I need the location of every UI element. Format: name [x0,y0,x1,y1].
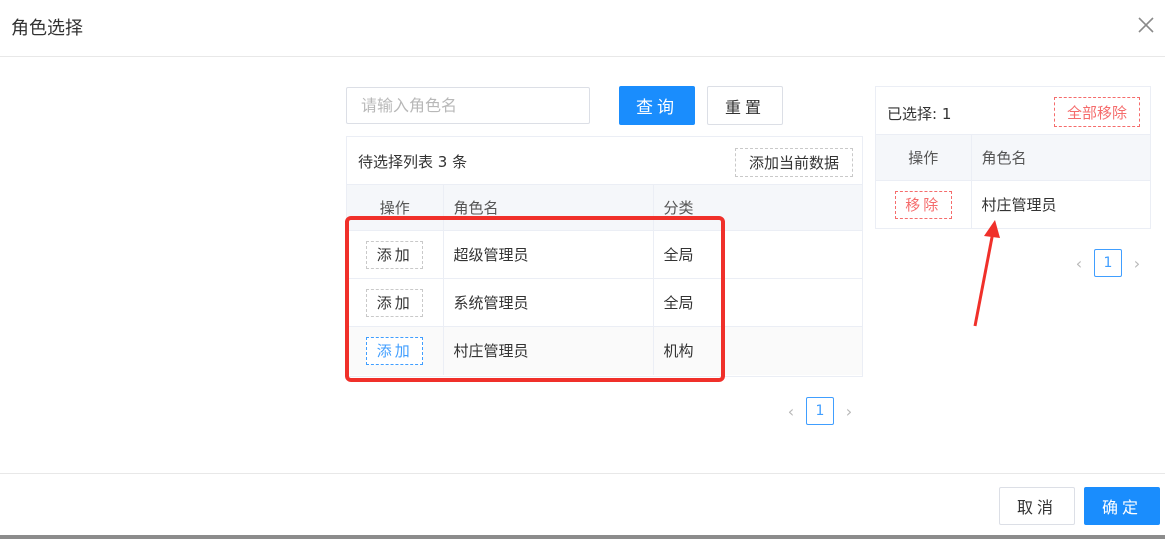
column-header-role-name: 角色名 [971,134,1150,181]
candidate-list-header: 待选择列表 3 条 添加当前数据 [347,137,862,184]
page-number-button[interactable]: 1 [1094,249,1122,277]
selected-pagination: ‹ 1 › [1072,249,1144,277]
query-button[interactable]: 查询 [619,86,695,125]
candidate-list-panel: 待选择列表 3 条 添加当前数据 操作 角色名 分类 添加 超级管理员 全局 添… [346,136,863,377]
dialog-footer: 取消 确定 [0,473,1165,539]
chevron-right-icon[interactable]: › [842,402,856,421]
role-name-search-input[interactable] [346,87,590,124]
annotation-arrow-icon [973,220,1000,327]
table-row: 添加 村庄管理员 机构 [347,326,862,375]
selected-count-title: 已选择: 1 [887,105,952,123]
chevron-right-icon[interactable]: › [1130,254,1144,273]
column-header-role-name: 角色名 [443,184,654,231]
dialog-header: 角色选择 [0,0,1165,57]
remove-all-button[interactable]: 全部移除 [1054,97,1140,127]
table-row: 添加 超级管理员 全局 [347,230,862,279]
confirm-button[interactable]: 确定 [1084,487,1160,525]
category-cell: 全局 [653,278,862,327]
reset-button[interactable]: 重置 [707,86,783,125]
add-role-button[interactable]: 添加 [366,288,424,317]
selected-list-panel: 已选择: 1 全部移除 操作 角色名 移除 村庄管理员 [875,86,1151,229]
role-name-cell: 村庄管理员 [443,326,654,375]
remove-role-button[interactable]: 移除 [894,190,952,219]
table-row: 添加 系统管理员 全局 [347,278,862,327]
add-role-button[interactable]: 添加 [366,240,424,269]
selected-table: 操作 角色名 移除 村庄管理员 [876,134,1150,229]
close-icon[interactable] [1135,14,1157,36]
table-header-row: 操作 角色名 [876,134,1150,181]
role-select-dialog: 角色选择 查询 重置 待选择列表 3 条 添加当前数据 操作 角色名 分类 添加… [0,0,1165,539]
column-header-action: 操作 [876,134,972,181]
cancel-button[interactable]: 取消 [999,487,1075,525]
table-header-row: 操作 角色名 分类 [347,184,862,231]
candidate-pagination: ‹ 1 › [784,397,856,425]
column-header-action: 操作 [347,184,444,231]
chevron-left-icon[interactable]: ‹ [1072,254,1086,273]
role-name-cell: 系统管理员 [443,278,654,327]
column-header-category: 分类 [653,184,862,231]
role-name-cell: 超级管理员 [443,230,654,279]
table-row: 移除 村庄管理员 [876,180,1150,229]
candidate-list-title: 待选择列表 3 条 [358,153,468,171]
category-cell: 机构 [653,326,862,375]
add-current-data-button[interactable]: 添加当前数据 [735,148,853,177]
category-cell: 全局 [653,230,862,279]
candidate-table: 操作 角色名 分类 添加 超级管理员 全局 添加 系统管理员 全局 添加 村庄管… [347,184,862,375]
page-number-button[interactable]: 1 [806,397,834,425]
window-bottom-border [0,535,1165,539]
role-name-cell: 村庄管理员 [971,180,1150,229]
chevron-left-icon[interactable]: ‹ [784,402,798,421]
add-role-button[interactable]: 添加 [366,336,424,365]
dialog-title: 角色选择 [11,18,83,39]
